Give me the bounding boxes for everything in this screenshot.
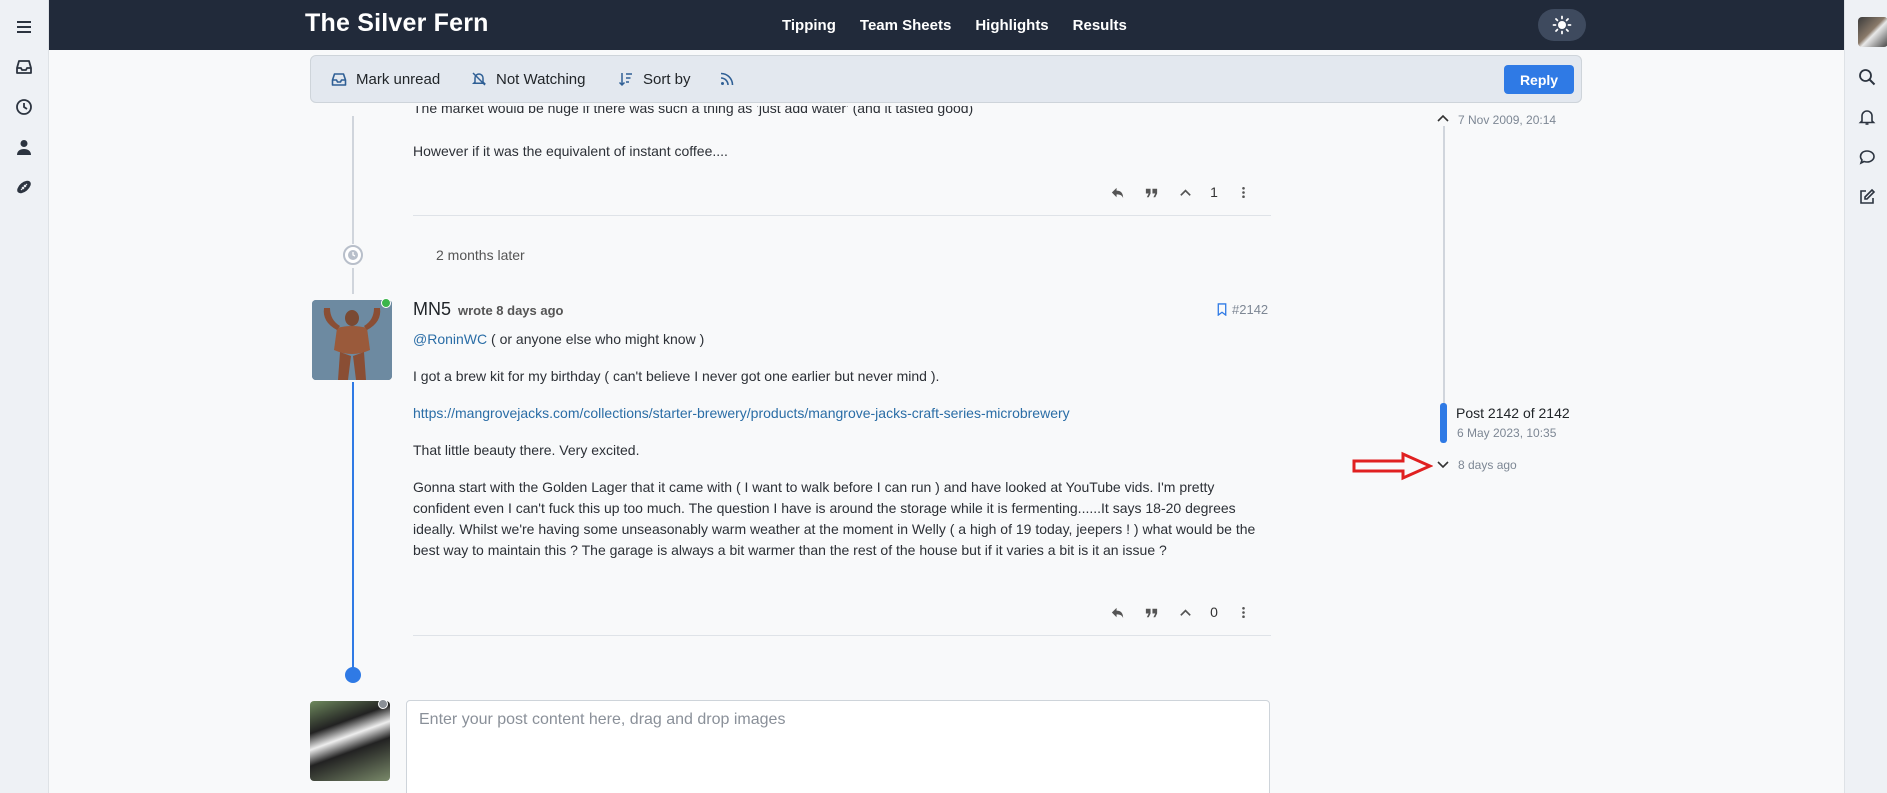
rugby-ball-icon[interactable]: [11, 174, 37, 200]
nav-results[interactable]: Results: [1073, 17, 1127, 34]
nav-tipping[interactable]: Tipping: [782, 17, 836, 34]
timeline-line-past: [352, 116, 354, 244]
timeline-line-current: [352, 382, 354, 672]
rss-button[interactable]: [719, 56, 744, 102]
mark-unread-label: Mark unread: [356, 70, 441, 88]
watching-button[interactable]: Not Watching: [471, 56, 585, 102]
bell-slash-icon: [471, 72, 487, 86]
post-divider: [413, 215, 1271, 216]
bookmark-icon: [1217, 303, 1227, 316]
sort-icon: [618, 73, 632, 87]
rss-icon: [720, 72, 734, 86]
author-avatar[interactable]: [312, 300, 392, 380]
last-post-date[interactable]: 8 days ago: [1458, 458, 1517, 472]
nav-team-sheets[interactable]: Team Sheets: [860, 17, 951, 34]
post-author-name[interactable]: MN5: [413, 299, 451, 320]
quote-icon[interactable]: [1134, 180, 1168, 204]
chat-icon[interactable]: [1855, 145, 1879, 169]
chevron-up-icon[interactable]: [1436, 111, 1450, 125]
more-options-icon[interactable]: [1226, 600, 1260, 624]
quote-icon[interactable]: [1134, 600, 1168, 624]
composer-placeholder: Enter your post content here, drag and d…: [419, 711, 786, 728]
reply-button[interactable]: Reply: [1504, 65, 1574, 94]
chevron-down-icon[interactable]: [1436, 458, 1450, 472]
post-link-line: https://mangrovejacks.com/collections/st…: [413, 403, 1070, 424]
upvote-icon[interactable]: [1168, 180, 1202, 204]
online-status-dot: [381, 298, 391, 308]
post-divider: [413, 635, 1271, 636]
sort-button[interactable]: Sort by: [618, 56, 691, 102]
watching-label: Not Watching: [496, 70, 586, 88]
post-mention-line: @RoninWC ( or anyone else who might know…: [413, 329, 704, 350]
product-link[interactable]: https://mangrovejacks.com/collections/st…: [413, 405, 1070, 421]
vote-count[interactable]: 1: [1202, 184, 1226, 200]
pagination-track[interactable]: [1443, 126, 1445, 406]
post-index[interactable]: #2142: [1216, 302, 1268, 317]
offline-status-dot: [378, 699, 388, 709]
recent-clock-icon[interactable]: [11, 94, 37, 120]
timeline-clock-icon: [343, 245, 363, 265]
reply-to-post-icon[interactable]: [1100, 180, 1134, 204]
my-composer-avatar: [310, 701, 390, 781]
top-brand-bar: The Silver Fern Tipping Team Sheets High…: [49, 0, 1844, 50]
first-post-date[interactable]: 7 Nov 2009, 20:14: [1458, 113, 1556, 127]
more-options-icon[interactable]: [1226, 180, 1260, 204]
pagination-handle[interactable]: [1440, 403, 1447, 443]
brand-title[interactable]: The Silver Fern: [305, 9, 489, 38]
post-actions: 0: [1100, 600, 1260, 624]
sun-icon: [1552, 15, 1572, 35]
post-timestamp[interactable]: wrote 8 days ago: [458, 303, 563, 318]
quick-reply-textarea[interactable]: Enter your post content here, drag and d…: [406, 700, 1270, 793]
bell-icon[interactable]: [1855, 105, 1879, 129]
upvote-icon[interactable]: [1168, 600, 1202, 624]
post-paragraph-1: I got a brew kit for my birthday ( can't…: [413, 368, 940, 384]
prev-post-actions: 1: [1100, 180, 1260, 204]
topic-toolbar: Mark unread Not Watching Sort by Reply: [310, 55, 1582, 103]
sort-label: Sort by: [643, 70, 691, 88]
timeline-end-dot: [345, 667, 361, 683]
prev-post-text: However if it was the equivalent of inst…: [413, 143, 728, 159]
inbox-icon: [331, 73, 347, 86]
pagination-current: Post 2142 of 2142: [1456, 405, 1570, 421]
menu-icon[interactable]: [11, 14, 37, 40]
inbox-icon[interactable]: [11, 54, 37, 80]
red-arrow-annotation-icon: [1352, 451, 1433, 481]
mark-unread-button[interactable]: Mark unread: [331, 56, 440, 102]
post-paragraph-3: Gonna start with the Golden Lager that i…: [413, 479, 1256, 558]
mention-rest: ( or anyone else who might know ): [487, 331, 705, 347]
main-nav: Tipping Team Sheets Highlights Results: [782, 0, 1151, 50]
right-sidebar: [1844, 0, 1887, 793]
timeline-line-connector: [352, 268, 354, 294]
my-avatar[interactable]: [1858, 17, 1887, 47]
mention-link[interactable]: @RoninWC: [413, 331, 487, 347]
nav-highlights[interactable]: Highlights: [975, 17, 1048, 34]
theme-toggle-button[interactable]: [1538, 9, 1586, 41]
vote-count[interactable]: 0: [1202, 604, 1226, 620]
user-icon[interactable]: [11, 134, 37, 160]
search-icon[interactable]: [1855, 65, 1879, 89]
pagination-current-date: 6 May 2023, 10:35: [1457, 426, 1557, 440]
left-sidebar: [0, 0, 49, 793]
compose-icon[interactable]: [1855, 185, 1879, 209]
reply-to-post-icon[interactable]: [1100, 600, 1134, 624]
time-gap-label: 2 months later: [436, 247, 525, 263]
post-index-label: #2142: [1232, 302, 1269, 317]
post-paragraph-2: That little beauty there. Very excited.: [413, 442, 640, 458]
prev-post-partial-line: The market would be huge if there was su…: [413, 106, 974, 116]
